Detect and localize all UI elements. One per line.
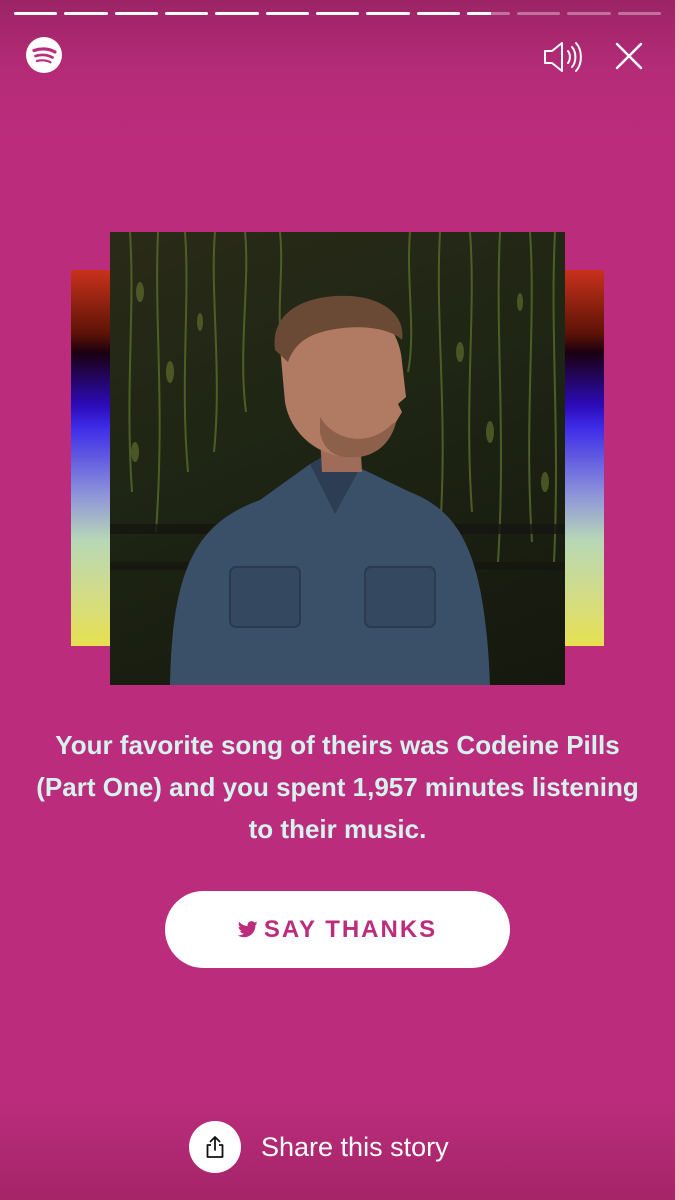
progress-segment-fill (64, 12, 108, 15)
progress-segment (64, 12, 108, 15)
progress-segment-fill (315, 12, 360, 15)
stat-caption: Your favorite song of theirs was Codeine… (36, 730, 639, 844)
progress-segment-fill (164, 12, 209, 15)
progress-segment-fill (215, 12, 259, 15)
story-screen: Your favorite song of theirs was Codeine… (0, 0, 675, 1200)
progress-segment (416, 12, 460, 15)
progress-segment-fill (416, 12, 460, 15)
share-story-label: Share this story (261, 1131, 449, 1162)
progress-segment (265, 12, 309, 15)
artist-photo (110, 232, 565, 685)
share-icon-circle (189, 1121, 241, 1173)
say-thanks-label: SAY THANKS (263, 915, 438, 943)
progress-segment-fill (114, 12, 158, 15)
progress-segment-fill (366, 12, 410, 15)
progress-segment-fill (14, 12, 58, 15)
speaker-icon (544, 42, 582, 72)
progress-segment (366, 12, 410, 15)
twitter-bird-icon (237, 921, 258, 938)
progress-segment (114, 12, 158, 15)
progress-segment (164, 12, 209, 15)
progress-segment (567, 12, 611, 15)
close-icon (615, 42, 643, 70)
volume-button[interactable] (541, 38, 585, 76)
progress-segment-fill (466, 12, 491, 15)
gradient-bar-left (71, 270, 112, 646)
spotify-logo-icon (26, 37, 62, 73)
progress-segment-fill (265, 12, 309, 15)
story-progress (14, 12, 662, 15)
share-story-button[interactable]: Share this story (189, 1120, 449, 1174)
progress-segment (466, 12, 511, 15)
gradient-bar-right (563, 270, 604, 646)
say-thanks-button[interactable]: SAY THANKS (165, 891, 510, 968)
progress-segment (14, 12, 58, 15)
progress-segment (315, 12, 360, 15)
progress-segment (215, 12, 259, 15)
close-button[interactable] (612, 39, 646, 73)
progress-segment (617, 12, 662, 15)
share-icon (206, 1136, 224, 1158)
progress-segment (517, 12, 561, 15)
